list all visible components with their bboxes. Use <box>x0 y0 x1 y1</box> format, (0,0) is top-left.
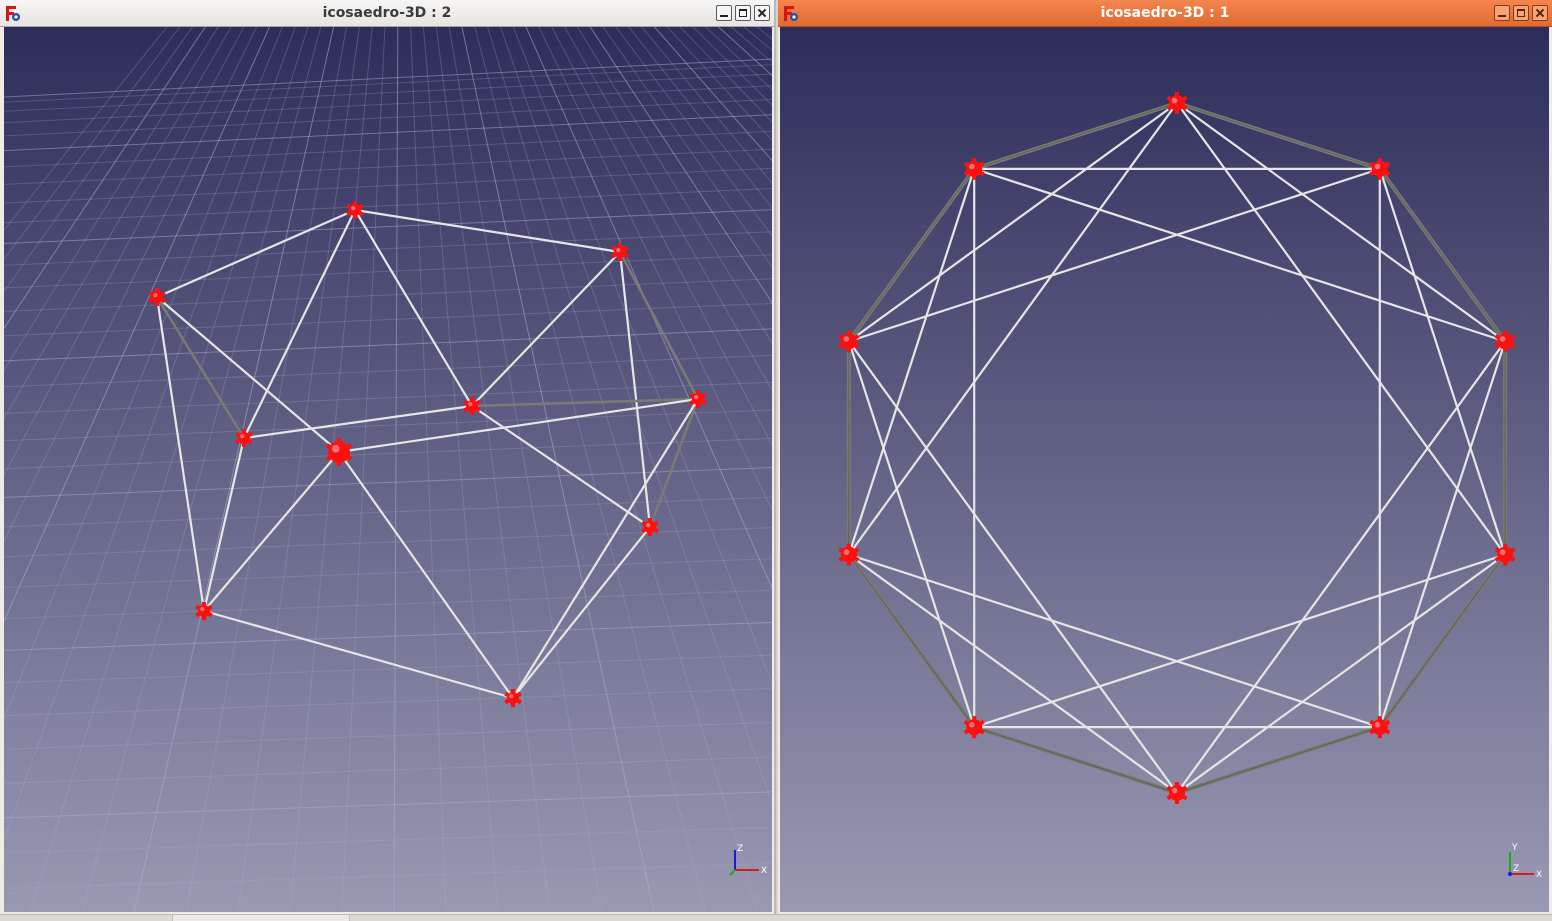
axis-x-label: X <box>1536 870 1542 880</box>
maximize-icon[interactable] <box>1513 5 1529 21</box>
icosahedron-axonometric-view[interactable]: Z X <box>4 27 772 912</box>
status-tab[interactable] <box>172 915 350 921</box>
axis-y-label: Y <box>1511 843 1518 853</box>
axis-z-label: Z <box>1513 864 1519 874</box>
viewer-window-2: icosaedro-3D : 2 Z X <box>0 0 776 914</box>
axis-z-label: Z <box>737 844 743 854</box>
window-title: icosaedro-3D : 2 <box>322 5 452 21</box>
window-titlebar[interactable]: icosaedro-3D : 2 <box>0 0 774 27</box>
axis-x-label: X <box>761 866 767 876</box>
window-title: icosaedro-3D : 1 <box>1100 5 1230 21</box>
3d-viewport[interactable]: Y Z X <box>780 27 1549 912</box>
window-titlebar[interactable]: icosaedro-3D : 1 <box>778 0 1552 27</box>
minimize-icon[interactable] <box>716 5 732 21</box>
minimize-icon[interactable] <box>1494 5 1510 21</box>
icosahedron-top-view[interactable]: Y Z X <box>780 27 1549 912</box>
close-icon[interactable] <box>1532 5 1548 21</box>
close-icon[interactable] <box>754 5 770 21</box>
viewer-window-1: icosaedro-3D : 1 Y Z X <box>778 0 1552 914</box>
3d-viewport[interactable]: Z X <box>4 27 772 912</box>
maximize-icon[interactable] <box>735 5 751 21</box>
